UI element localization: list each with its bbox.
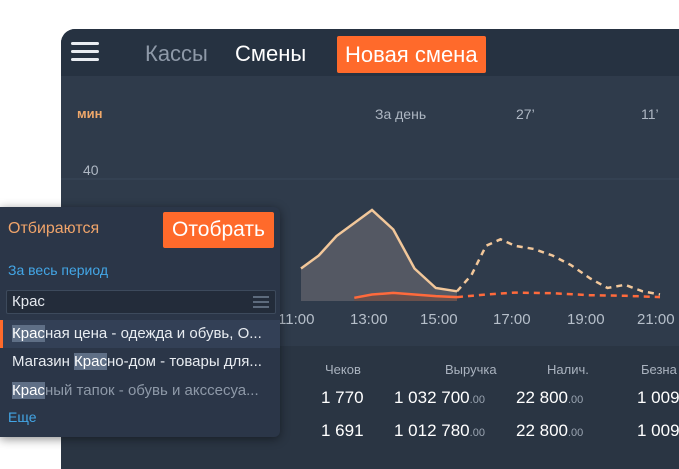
col-header-cash: Налич. <box>547 362 589 377</box>
x-tick-label: 17:00 <box>493 311 531 328</box>
list-icon[interactable] <box>253 296 269 308</box>
cell-cash: 22 800.00 <box>516 421 584 440</box>
col-header-revenue: Выручка <box>445 362 497 377</box>
col-header-checks: Чеков <box>325 362 361 377</box>
filter-popup: Отбираются Отобрать За весь период Красн… <box>0 207 280 437</box>
menu-icon[interactable] <box>71 42 99 62</box>
top-label-1: 27’ <box>516 106 535 122</box>
series-line <box>456 237 661 296</box>
tab-smeny[interactable]: Смены <box>235 41 306 67</box>
x-tick-label: 19:00 <box>567 311 605 328</box>
cell-cash: 22 800.00 <box>516 388 584 407</box>
top-label-2: 11’ <box>641 106 659 122</box>
all-period-link[interactable]: За весь период <box>8 262 108 278</box>
list-item[interactable]: Красный тапок - обувь и акссесуа... <box>0 377 280 405</box>
x-tick-label: 21:00 <box>637 311 675 328</box>
tab-kassy[interactable]: Кассы <box>145 41 208 67</box>
cell-revenue: 1 012 780.00 <box>394 421 485 440</box>
cell-revenue: 1 032 700.00 <box>394 388 485 407</box>
list-item[interactable]: Красная цена - одежда и обувь, О... <box>0 320 280 348</box>
top-label-day: За день <box>375 106 427 122</box>
cell-card: 1 009 90 <box>637 388 679 407</box>
x-tick-label: 13:00 <box>350 311 388 328</box>
cell-checks: 1 770 <box>321 388 364 407</box>
col-header-card: Безна <box>641 362 677 377</box>
y-tick-label: 40 <box>83 162 99 178</box>
search-box <box>6 290 276 314</box>
search-input[interactable] <box>12 293 242 310</box>
popup-title: Отбираются <box>8 220 100 237</box>
cell-card: 1 009 90 <box>637 421 679 440</box>
series-line <box>456 291 661 299</box>
x-tick-label: 15:00 <box>420 311 458 328</box>
new-shift-button[interactable]: Новая смена <box>337 36 486 73</box>
cell-checks: 1 691 <box>321 421 364 440</box>
x-tick-label: 11:00 <box>278 311 315 328</box>
select-button[interactable]: Отобрать <box>163 212 274 248</box>
list-item[interactable]: Магазин Красно-дом - товары для... <box>0 348 280 376</box>
y-unit-label: мин <box>77 106 103 121</box>
more-link[interactable]: Еще <box>8 409 37 425</box>
top-bar: Кассы Смены Новая смена <box>61 29 679 76</box>
